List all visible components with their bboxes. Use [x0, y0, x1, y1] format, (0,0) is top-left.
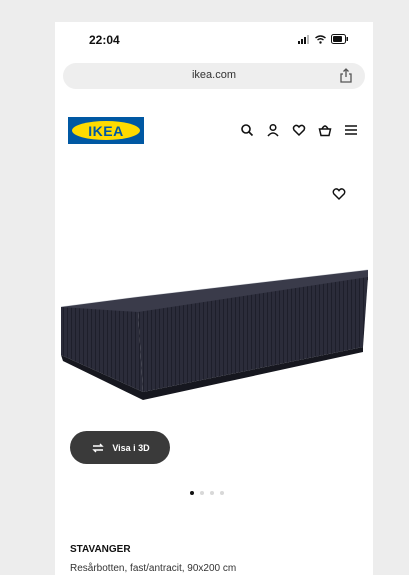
favourite-icon[interactable]	[332, 187, 346, 200]
basket-icon[interactable]	[318, 123, 332, 137]
status-icons	[298, 33, 349, 45]
user-icon[interactable]	[266, 123, 280, 137]
logo-text: IKEA	[72, 121, 140, 140]
ikea-logo[interactable]: IKEA	[68, 117, 144, 144]
carousel-dot[interactable]	[190, 491, 194, 495]
rotate-3d-icon	[92, 443, 105, 452]
site-header: IKEA	[55, 114, 373, 150]
heart-icon[interactable]	[292, 123, 306, 137]
view-3d-button[interactable]: Visa i 3D	[70, 431, 170, 464]
status-time: 22:04	[89, 33, 120, 47]
product-name[interactable]: STAVANGER	[70, 544, 131, 555]
carousel-dot[interactable]	[210, 491, 214, 495]
wifi-icon	[315, 34, 326, 44]
signal-icon	[298, 34, 309, 44]
mobile-screen: 22:04 ikea.com IKEA Visa i 3D STAVANGER …	[55, 22, 373, 575]
status-bar: 22:04	[55, 22, 373, 58]
carousel-dot[interactable]	[220, 491, 224, 495]
search-icon[interactable]	[240, 123, 254, 137]
carousel-indicator	[190, 491, 224, 495]
address-bar[interactable]: ikea.com	[63, 63, 365, 89]
carousel-dot[interactable]	[200, 491, 204, 495]
product-description: Resårbotten, fast/antracit, 90x200 cm	[70, 563, 237, 574]
battery-icon	[331, 34, 348, 44]
url-text: ikea.com	[191, 69, 237, 81]
share-icon[interactable]	[339, 68, 353, 83]
header-icons	[240, 123, 358, 137]
menu-icon[interactable]	[344, 123, 358, 137]
view-3d-label: Visa i 3D	[112, 442, 150, 453]
product-image[interactable]	[55, 237, 373, 437]
